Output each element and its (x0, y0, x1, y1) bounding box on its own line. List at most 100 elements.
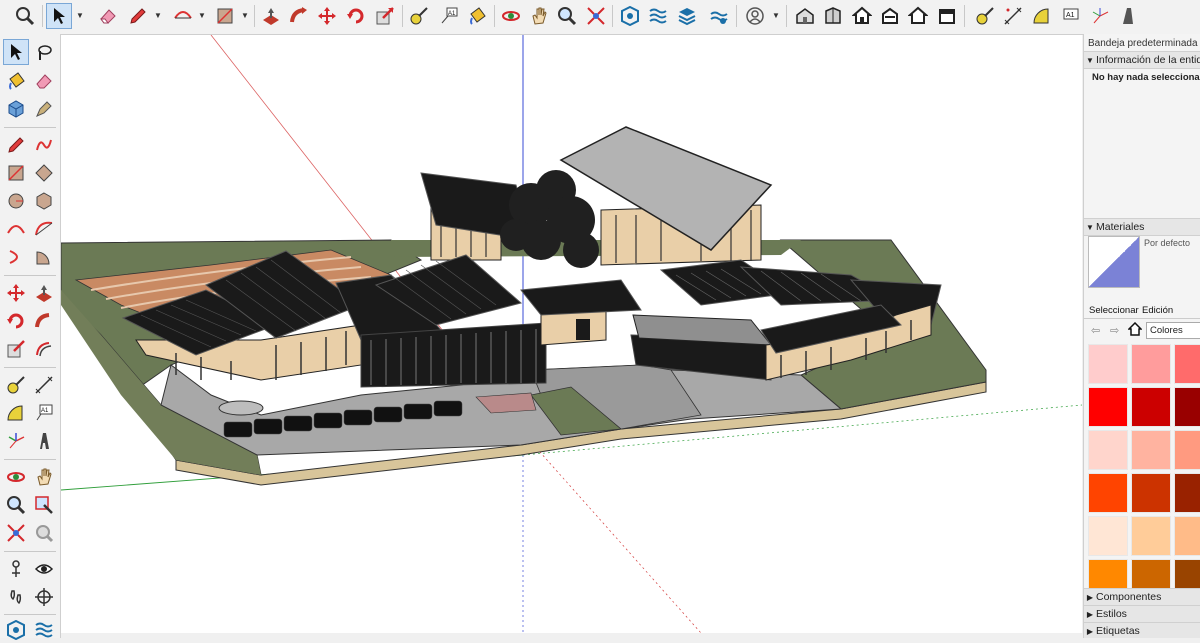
back-arrow-icon[interactable]: ⇦ (1091, 324, 1100, 337)
protractor-icon[interactable] (3, 400, 29, 426)
eraser-icon[interactable] (31, 68, 57, 94)
text-icon[interactable]: A1 (1058, 3, 1084, 29)
home-icon[interactable] (1127, 321, 1143, 336)
pan-hand-icon[interactable] (31, 464, 57, 490)
rotate-icon[interactable] (3, 308, 29, 334)
tape-measure-icon[interactable] (406, 3, 432, 29)
materials-header[interactable]: ▼ Materiales (1084, 218, 1200, 236)
color-swatch[interactable] (1174, 387, 1200, 427)
sandbox-icon[interactable] (645, 3, 671, 29)
previous-view-icon[interactable] (31, 520, 57, 546)
text-icon[interactable]: A1 (31, 400, 57, 426)
color-swatch[interactable] (1088, 387, 1128, 427)
freehand-icon[interactable] (31, 132, 57, 158)
circle-icon[interactable] (3, 188, 29, 214)
move-icon[interactable] (3, 280, 29, 306)
entity-info-header[interactable]: ▼Información de la entidad (1084, 51, 1200, 69)
color-swatch[interactable] (1131, 430, 1171, 470)
arc-icon[interactable] (170, 3, 196, 29)
line-dropdown-arrow[interactable]: ▼ (154, 12, 162, 20)
axes-icon[interactable] (1087, 3, 1113, 29)
components-header[interactable]: ▶ Componentes (1084, 588, 1200, 606)
color-swatch[interactable] (1088, 430, 1128, 470)
solar-icon[interactable] (706, 3, 732, 29)
tab-select[interactable]: Seleccionar (1089, 305, 1139, 316)
3d-viewport[interactable] (61, 35, 1082, 633)
two-point-arc-icon[interactable] (31, 216, 57, 242)
push-pull-icon[interactable] (258, 3, 284, 29)
follow-me-icon[interactable] (286, 3, 312, 29)
model-scene[interactable] (61, 35, 1082, 633)
arc-icon[interactable] (3, 216, 29, 242)
pencil-line-icon[interactable] (3, 132, 29, 158)
zoom-extents-icon[interactable] (583, 3, 609, 29)
zoom-icon[interactable] (554, 3, 580, 29)
text-label-icon[interactable]: A1 (436, 3, 462, 29)
pan-hand-icon[interactable] (526, 3, 552, 29)
section-plane-icon[interactable] (31, 584, 57, 610)
forward-arrow-icon[interactable]: ⇨ (1110, 324, 1119, 337)
color-swatch[interactable] (1174, 516, 1200, 556)
section-plane-icon[interactable] (1115, 3, 1141, 29)
iso-view-icon[interactable] (792, 3, 818, 29)
styles-header[interactable]: ▶ Estilos (1084, 605, 1200, 623)
zoom-icon[interactable] (3, 492, 29, 518)
component-icon[interactable] (3, 96, 29, 122)
scale-icon[interactable] (372, 3, 398, 29)
zoom-window-icon[interactable] (12, 3, 38, 29)
paint-bucket-icon[interactable] (464, 3, 490, 29)
protractor-icon[interactable] (1029, 3, 1055, 29)
layers-icon[interactable] (674, 3, 700, 29)
tape-icon[interactable] (972, 3, 998, 29)
dimension-icon[interactable] (1000, 3, 1026, 29)
color-swatch[interactable] (1174, 430, 1200, 470)
sandbox-icon[interactable] (31, 617, 57, 643)
color-swatch[interactable] (1131, 344, 1171, 384)
color-swatch[interactable] (1131, 387, 1171, 427)
rotated-rectangle-icon[interactable] (31, 160, 57, 186)
polygon-icon[interactable] (31, 188, 57, 214)
tape-measure-icon[interactable] (3, 372, 29, 398)
select-dropdown-arrow[interactable]: ▼ (76, 12, 84, 20)
rotate-icon[interactable] (343, 3, 369, 29)
offset-icon[interactable] (31, 336, 57, 362)
account-icon[interactable] (742, 3, 768, 29)
select-arrow-icon[interactable] (46, 3, 72, 29)
eraser-icon[interactable] (95, 3, 121, 29)
zoom-extents-icon[interactable] (3, 520, 29, 546)
rectangle-icon[interactable] (212, 3, 238, 29)
position-camera-icon[interactable] (3, 556, 29, 582)
follow-me-icon[interactable] (31, 308, 57, 334)
orbit-icon[interactable] (498, 3, 524, 29)
tag-tool-icon[interactable] (31, 96, 57, 122)
pie-icon[interactable] (31, 244, 57, 270)
color-swatch[interactable] (1174, 473, 1200, 513)
tab-edit[interactable]: Edición (1142, 305, 1173, 316)
orbit-icon[interactable] (3, 464, 29, 490)
look-around-icon[interactable] (31, 556, 57, 582)
three-point-arc-icon[interactable] (3, 244, 29, 270)
scale-icon[interactable] (3, 336, 29, 362)
pencil-line-icon[interactable] (125, 3, 151, 29)
left-view-icon[interactable] (934, 3, 960, 29)
lasso-select-icon[interactable] (31, 39, 57, 65)
account-dropdown-arrow[interactable]: ▼ (772, 12, 780, 20)
3d-text-icon[interactable] (31, 428, 57, 454)
walk-icon[interactable] (3, 584, 29, 610)
warehouse-icon[interactable] (617, 3, 643, 29)
color-swatch[interactable] (1088, 516, 1128, 556)
arc-dropdown-arrow[interactable]: ▼ (198, 12, 206, 20)
right-view-icon[interactable] (877, 3, 903, 29)
dimension-icon[interactable] (31, 372, 57, 398)
back-view-icon[interactable] (905, 3, 931, 29)
warehouse-icon[interactable] (3, 617, 29, 643)
library-select[interactable]: Colores (1146, 322, 1200, 339)
rectangle-icon[interactable] (3, 160, 29, 186)
top-view-icon[interactable] (820, 3, 846, 29)
color-swatch[interactable] (1088, 344, 1128, 384)
shape-dropdown-arrow[interactable]: ▼ (241, 12, 249, 20)
zoom-window-icon[interactable] (31, 492, 57, 518)
paint-bucket-icon[interactable] (3, 68, 29, 94)
tags-header[interactable]: ▶ Etiquetas (1084, 622, 1200, 638)
color-swatch[interactable] (1131, 516, 1171, 556)
